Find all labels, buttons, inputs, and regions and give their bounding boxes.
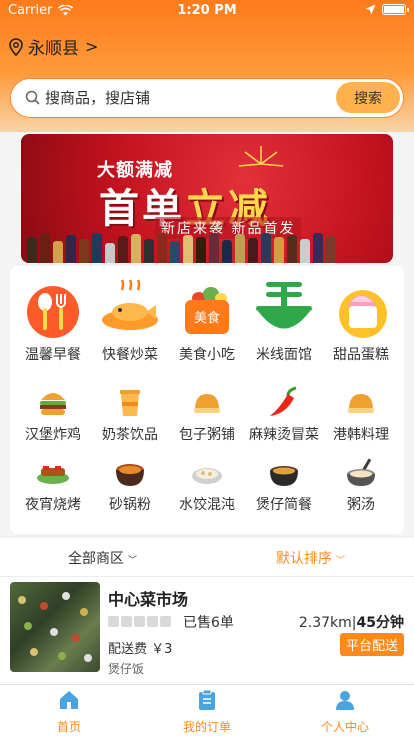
category-claypot[interactable]: 砂锅粉: [91, 454, 169, 514]
home-icon: [60, 691, 78, 709]
bun-icon: [189, 384, 225, 420]
header: Carrier 1:20 PM 永顺县 > 搜索: [0, 0, 414, 132]
category-breakfast[interactable]: 温馨早餐: [14, 280, 92, 364]
store-tag: 煲仔饭: [108, 662, 145, 676]
tab-orders[interactable]: 我的订单: [138, 689, 276, 735]
battery-icon: [382, 4, 409, 15]
soup-icon: [343, 454, 379, 490]
category-rice-pot[interactable]: 煲仔简餐: [245, 454, 323, 514]
category-noodles[interactable]: 米线面馆: [245, 280, 323, 364]
category-label: 快餐炒菜: [102, 347, 158, 363]
category-label: 水饺混沌: [179, 497, 235, 513]
category-label: 粥汤: [347, 497, 375, 513]
category-malatang[interactable]: 麻辣烫冒菜: [245, 384, 323, 444]
category-label: 麻辣烫冒菜: [249, 427, 319, 443]
svg-text:美食: 美食: [194, 310, 220, 326]
category-label: 夜宵烧烤: [25, 497, 81, 513]
ice-cream-icon: [331, 280, 391, 340]
search-bar: 搜索: [10, 78, 404, 118]
category-label: 包子粥铺: [179, 427, 235, 443]
status-bar: Carrier 1:20 PM: [0, 0, 414, 22]
location-label: 永顺县: [28, 39, 79, 59]
bbq-icon: [35, 454, 71, 490]
chevron-down-icon: ﹀: [336, 555, 346, 566]
burger-icon: [35, 384, 71, 420]
location-arrow-icon: [365, 4, 376, 15]
map-pin-icon: [9, 37, 23, 56]
tab-home[interactable]: 首页: [0, 689, 138, 735]
dumpling-icon: [189, 454, 225, 490]
star-icon: [147, 616, 158, 627]
search-input[interactable]: [45, 87, 325, 109]
rice-pot-icon: [266, 454, 302, 490]
distance-time: 2.37km|45分钟: [298, 615, 404, 631]
store-name: 中心菜市场: [108, 590, 189, 609]
category-label: 港韩料理: [333, 427, 389, 443]
chevron-down-icon: ﹀: [128, 555, 138, 566]
tab-bar: 首页 我的订单 个人中心: [0, 684, 414, 736]
bread-icon: [343, 384, 379, 420]
category-dumplings[interactable]: 水饺混沌: [168, 454, 246, 514]
filter-bar: 全部商区 ﹀ 默认排序 ﹀: [0, 538, 414, 576]
category-dessert[interactable]: 甜品蛋糕: [322, 280, 400, 364]
category-label: 米线面馆: [256, 347, 312, 363]
category-hk-korean[interactable]: 港韩料理: [322, 384, 400, 444]
category-grid: 温馨早餐 快餐炒菜 美食 美食小吃 米线面馆 甜品蛋糕 汉堡炸鸡 奶茶饮品 包子…: [10, 266, 404, 534]
category-buns[interactable]: 包子粥铺: [168, 384, 246, 444]
category-label: 煲仔简餐: [256, 497, 312, 513]
person-icon: [336, 691, 354, 710]
chevron-right-icon: >: [85, 37, 99, 56]
sold-count: 已售6单: [183, 615, 234, 631]
sort-filter[interactable]: 默认排序 ﹀: [276, 548, 345, 568]
chili-icon: [266, 384, 302, 420]
category-bbq[interactable]: 夜宵烧烤: [14, 454, 92, 514]
area-filter[interactable]: 全部商区 ﹀: [68, 548, 137, 568]
search-icon: [25, 90, 40, 105]
star-icon: [121, 616, 132, 627]
status-time: 1:20 PM: [177, 3, 237, 18]
star-icon: [108, 616, 119, 627]
location-selector[interactable]: 永顺县 >: [8, 34, 98, 59]
category-label: 汉堡炸鸡: [25, 427, 81, 443]
food-box-icon: 美食: [177, 280, 237, 340]
fish-dish-icon: [100, 279, 160, 340]
category-label: 甜品蛋糕: [333, 347, 389, 363]
bottles-graphic: [21, 231, 393, 263]
category-porridge[interactable]: 粥汤: [322, 454, 400, 514]
category-label: 奶茶饮品: [102, 427, 158, 443]
category-label: 砂锅粉: [109, 497, 151, 513]
store-thumbnail: [10, 582, 100, 672]
promo-banner[interactable]: 大额满减 首单立减 新店来袭 新品首发: [21, 134, 393, 263]
category-fast-food[interactable]: 快餐炒菜: [91, 279, 169, 364]
category-label: 美食小吃: [179, 347, 235, 363]
delivery-badge: 平台配送: [339, 633, 404, 656]
delivery-fee: 配送费 ￥3: [108, 642, 173, 657]
category-milk-tea[interactable]: 奶茶饮品: [91, 384, 169, 444]
rating-stars: [108, 616, 171, 627]
category-snacks[interactable]: 美食 美食小吃: [168, 280, 246, 364]
noodle-bowl-icon: [254, 280, 314, 340]
milk-tea-icon: [112, 384, 148, 420]
clipboard-icon: [199, 689, 215, 710]
category-burger[interactable]: 汉堡炸鸡: [14, 384, 92, 444]
breakfast-icon: [23, 280, 83, 340]
category-label: 温馨早餐: [25, 347, 81, 363]
tab-profile[interactable]: 个人中心: [276, 689, 414, 735]
star-icon: [134, 616, 145, 627]
claypot-icon: [112, 454, 148, 490]
search-button[interactable]: 搜索: [336, 82, 400, 113]
store-card[interactable]: 中心菜市场 已售6单 2.37km|45分钟 配送费 ￥3 平台配送 煲仔饭: [0, 576, 414, 684]
star-icon: [160, 616, 171, 627]
